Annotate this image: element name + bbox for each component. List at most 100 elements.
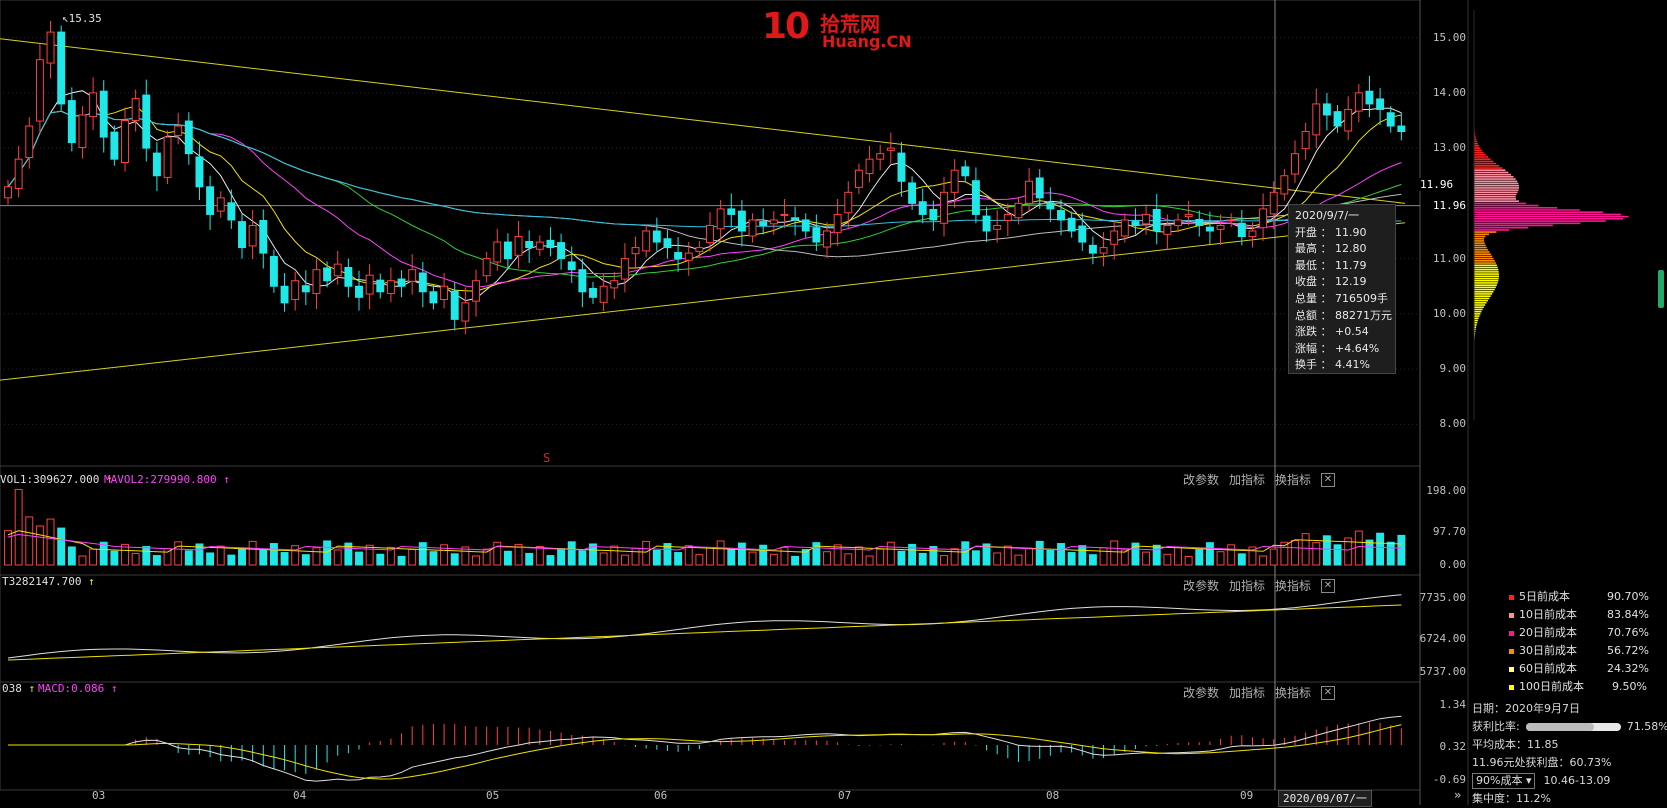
candle-body [1099, 247, 1108, 254]
cost-legend-item: 5日前成本 90.70% [1509, 588, 1649, 606]
volume-bar [312, 547, 321, 566]
close-icon[interactable]: ✕ [1321, 472, 1335, 487]
add-indicator-button[interactable]: 加指标 [1229, 577, 1265, 594]
price-axis-label: 9.00 [1439, 362, 1467, 376]
volume-bar [1227, 544, 1236, 566]
tooltip-row: 涨跌 ： +0.54 [1295, 325, 1369, 339]
volume-bar [174, 541, 183, 566]
candle-body [535, 241, 544, 250]
candle-body [599, 285, 608, 303]
candle-body [248, 224, 257, 247]
obv-axis-label: 5737.00 [1419, 665, 1466, 678]
candle-body [344, 266, 353, 287]
candle-body [461, 302, 470, 322]
volume-bar [333, 549, 342, 566]
volume-bar [450, 553, 459, 566]
volume-bar [695, 554, 704, 566]
close-icon[interactable]: ✕ [1321, 578, 1335, 593]
volume-bar [631, 547, 640, 566]
ma5-line [7, 90, 1402, 302]
volume-bar [1291, 540, 1299, 566]
volume-bar [365, 544, 374, 566]
avg-cost: 平均成本：11.85 [1472, 738, 1559, 751]
candle-body [759, 221, 768, 226]
obv-panel-buttons: 改参数 加指标 换指标 ✕ [1183, 577, 1335, 594]
vol1-label: VOL1:309627.000 ↑ [0, 473, 113, 486]
volume-bar [503, 550, 512, 566]
candle-body [312, 269, 321, 294]
volume-bar [429, 551, 438, 566]
tooltip-row: 换手 ： 4.41% [1295, 358, 1370, 372]
tooltip-row: 涨幅 ： +4.64% [1295, 341, 1380, 355]
candle-body [493, 241, 502, 263]
candle-body [908, 182, 917, 204]
volume-bar [1365, 539, 1374, 566]
cost-legend-item: 20日前成本 70.76% [1509, 624, 1649, 642]
candle-body [280, 285, 289, 304]
candle-body [737, 210, 746, 232]
modify-params-button[interactable]: 改参数 [1183, 471, 1219, 488]
candle-body [142, 94, 151, 149]
ma60-line [7, 110, 1402, 258]
tooltip-row: 收盘 ： 12.19 [1295, 275, 1367, 289]
volume-bar [1312, 542, 1321, 566]
profit-ratio-bar [1525, 723, 1621, 731]
add-indicator-button[interactable]: 加指标 [1229, 684, 1265, 701]
candle-body [110, 131, 119, 160]
volume-bar [291, 545, 300, 566]
candle-body [748, 219, 757, 237]
candle-body [1142, 213, 1151, 225]
scroll-handle[interactable] [1658, 270, 1664, 308]
stock-chart[interactable] [0, 0, 1667, 805]
candle-body [35, 59, 44, 122]
switch-indicator-button[interactable]: 换指标 [1275, 684, 1311, 701]
modify-params-button[interactable]: 改参数 [1183, 684, 1219, 701]
candle-body [1344, 108, 1353, 132]
switch-indicator-button[interactable]: 换指标 [1275, 471, 1311, 488]
volume-bar [35, 525, 44, 566]
candle-body [791, 217, 800, 221]
candle-body [706, 224, 714, 244]
switch-indicator-button[interactable]: 换指标 [1275, 577, 1311, 594]
candle-body [482, 258, 491, 277]
price-axis-label: 14.00 [1432, 85, 1466, 99]
dea-label: 038 ↑ [2, 682, 36, 695]
volume-bar [567, 541, 576, 566]
candle-body [823, 230, 831, 248]
candle-body [801, 219, 810, 232]
close-icon[interactable]: ✕ [1321, 685, 1335, 700]
volume-bar [1269, 548, 1278, 566]
modify-params-button[interactable]: 改参数 [1183, 577, 1219, 594]
volume-bar [940, 555, 948, 566]
candle-body [1195, 218, 1204, 226]
candle-body [525, 240, 534, 249]
candle-body [301, 285, 310, 293]
candle-body [993, 224, 1002, 230]
cost-legend-item: 100日前成本 9.50% [1509, 678, 1647, 696]
candle-tooltip: 2020/9/7/一 开盘 ： 11.90 最高 ： 12.80 最低 ： 11.7… [1288, 204, 1396, 374]
candle-body [1386, 112, 1395, 127]
price-axis-label: 11.00 [1432, 251, 1466, 265]
volume-bar [14, 488, 23, 566]
expand-arrow-icon[interactable]: » [1454, 788, 1461, 802]
candle-body [982, 215, 991, 232]
candle-body [929, 208, 938, 221]
candle-body [1312, 103, 1321, 136]
macd-axis-label: 0.32 [1439, 740, 1467, 753]
volume-bar [1046, 549, 1055, 566]
candle-body [1227, 219, 1236, 222]
obv-axis-label: 6724.00 [1419, 632, 1466, 645]
tooltip-row: 最高 ： 12.80 [1295, 242, 1367, 256]
volume-bar [769, 553, 778, 566]
volume-bar [716, 540, 725, 566]
candle-body [620, 258, 629, 280]
candle-body [1205, 226, 1214, 232]
obv-label: T3282147.700 ↑ [2, 575, 95, 588]
add-indicator-button[interactable]: 加指标 [1229, 471, 1265, 488]
candle-body [418, 272, 427, 293]
cost-percent-select[interactable]: 90%成本 ▾ [1472, 773, 1536, 789]
candle-body [940, 191, 948, 224]
cost-legend-item: 60日前成本 24.32% [1509, 660, 1649, 678]
candle-body [408, 269, 417, 282]
volume-bar [727, 549, 736, 566]
